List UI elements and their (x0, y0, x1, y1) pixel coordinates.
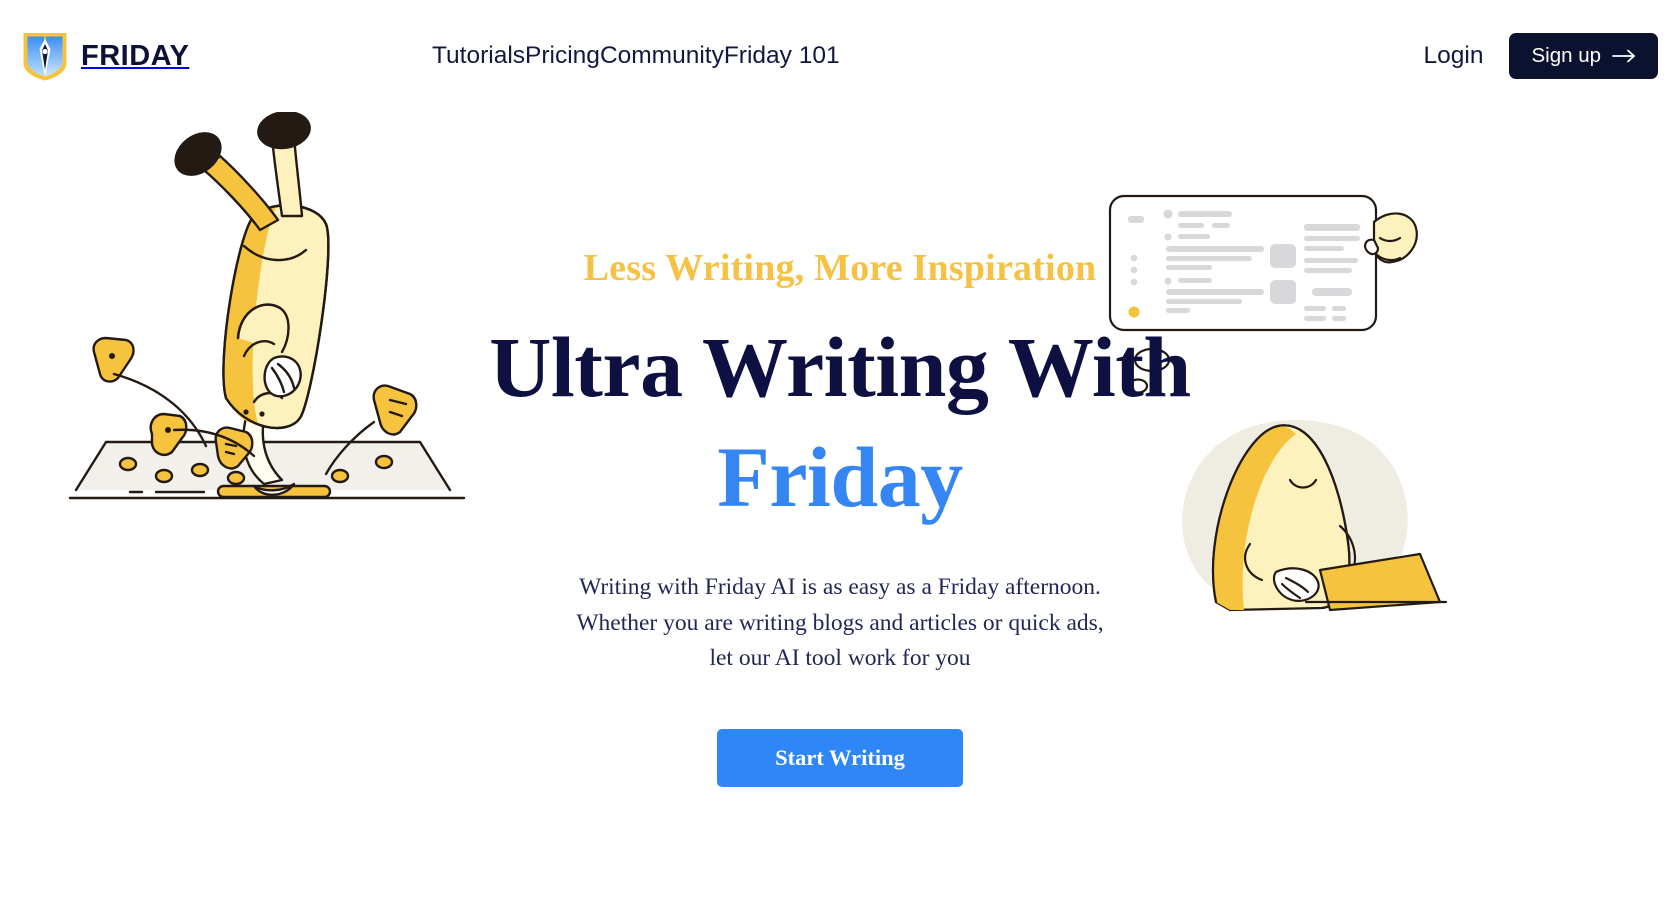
hero-section: Less Writing, More Inspiration Ultra Wri… (0, 110, 1680, 912)
arrow-right-icon (1612, 49, 1636, 63)
sign-up-button[interactable]: Sign up (1509, 33, 1658, 79)
hero-content: Less Writing, More Inspiration Ultra Wri… (460, 247, 1220, 788)
nav-link-community[interactable]: Community (600, 36, 724, 76)
nav-link-tutorials[interactable]: Tutorials (432, 36, 525, 76)
hero-subtitle-line-1: Writing with Friday AI is as easy as a F… (579, 573, 1101, 600)
nav-link-pricing[interactable]: Pricing (525, 36, 600, 76)
navbar: FRIDAY Tutorials Pricing Community Frida… (0, 0, 1680, 112)
headline-line-1: Ultra Writing With (489, 318, 1191, 415)
hero-subtitle-line-3: let our AI tool work for you (709, 645, 971, 672)
hero-eyebrow: Less Writing, More Inspiration (583, 247, 1097, 289)
login-link[interactable]: Login (1424, 42, 1484, 70)
hero-subtitle-line-2: Whether you are writing blogs and articl… (576, 609, 1104, 636)
brand-name: FRIDAY (81, 39, 190, 72)
book-pen-logo-svg (23, 33, 67, 81)
brand-logo-link[interactable]: FRIDAY (22, 30, 189, 82)
nav-link-friday-101[interactable]: Friday 101 (724, 36, 840, 76)
book-pen-logo-icon (22, 30, 68, 82)
page-title: Ultra Writing With Friday (460, 312, 1220, 532)
handstand-character-on-keyboard-illustration (68, 110, 468, 512)
headline-accent-word: Friday (717, 428, 963, 525)
hero-cta-wrapper: Start Writing (460, 729, 1220, 788)
start-writing-button[interactable]: Start Writing (717, 729, 963, 788)
sign-up-button-label: Sign up (1531, 44, 1601, 67)
main-nav: Tutorials Pricing Community Friday 101 (432, 36, 840, 76)
nav-actions: Login Sign up (1424, 33, 1658, 79)
hero-subtitle: Writing with Friday AI is as easy as a F… (460, 570, 1220, 677)
